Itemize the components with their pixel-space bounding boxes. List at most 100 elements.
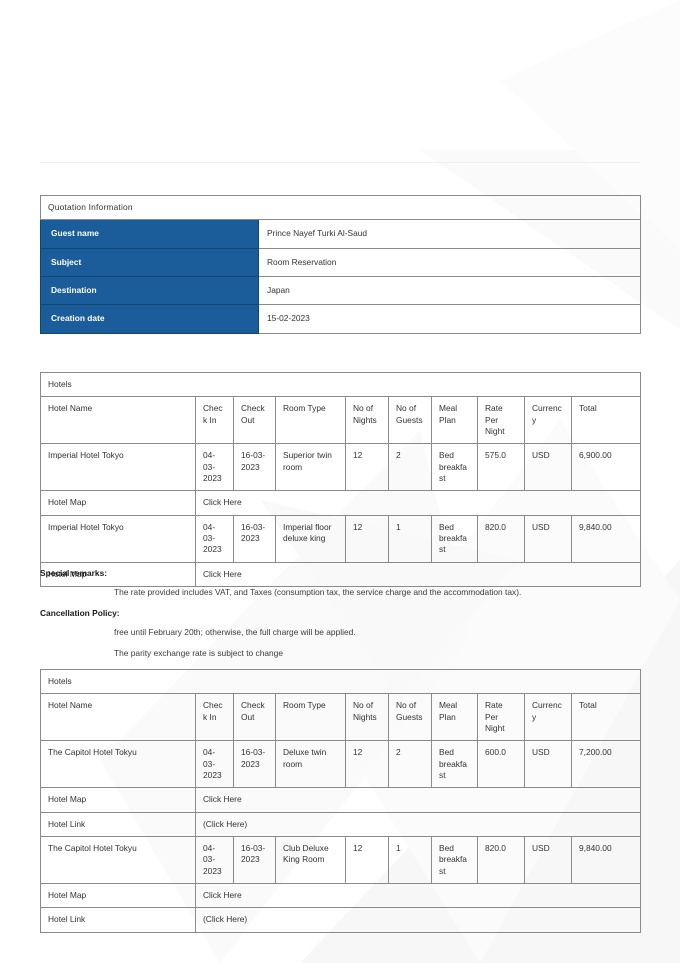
quotation-label-destination: Destination: [40, 276, 259, 306]
hotels-table-1: Hotels Hotel Name Check In Check Out Roo…: [40, 371, 641, 588]
special-remarks-body: The rate provided includes VAT, and Taxe…: [114, 587, 522, 597]
hotel-link-link[interactable]: (Click Here): [195, 811, 641, 838]
hotels-title-row-1: Hotels: [40, 371, 641, 398]
column-header-total: Total: [571, 396, 641, 445]
hotel-link-link[interactable]: (Click Here): [195, 907, 641, 933]
hotel-map-row: Hotel Map Click Here: [40, 490, 641, 516]
column-header-room-type: Room Type: [275, 693, 346, 742]
column-header-total: Total: [571, 693, 641, 742]
cancellation-policy-title: Cancellation Policy:: [40, 608, 120, 618]
cell-meal-plan: Bed breakfast: [431, 443, 478, 492]
column-header-meal-plan: Meal Plan: [431, 396, 478, 445]
table-row: Destination Japan: [40, 276, 641, 306]
hotels-section-2: Hotels Hotel Name Check In Check Out Roo…: [40, 668, 641, 933]
column-header-currency: Currency: [524, 396, 572, 445]
cell-total: 9,840.00: [571, 514, 641, 563]
cell-nights: 12: [345, 443, 389, 492]
quotation-value-guest-name: Prince Nayef Turki Al-Saud: [258, 219, 641, 249]
column-header-check-in: Check In: [195, 396, 234, 445]
cell-room-type: Deluxe twin room: [275, 740, 346, 789]
column-header-no-of-guests: No of Guests: [388, 396, 432, 445]
cell-total: 6,900.00: [571, 443, 641, 492]
hotels-section-1: Hotels Hotel Name Check In Check Out Roo…: [40, 371, 641, 588]
cell-rate-per-night: 820.0: [477, 514, 525, 563]
cell-guests: 1: [388, 836, 432, 885]
hotel-map-label: Hotel Map: [40, 883, 196, 909]
hotel-link-label: Hotel Link: [40, 907, 196, 933]
top-separator-rule: [40, 162, 640, 163]
cell-guests: 1: [388, 514, 432, 563]
quotation-title-row: Quotation Information: [40, 194, 641, 221]
cell-check-in: 04-03-2023: [195, 514, 234, 563]
cell-currency: USD: [524, 740, 572, 789]
quotation-label-creation-date: Creation date: [40, 304, 259, 334]
cell-meal-plan: Bed breakfast: [431, 514, 478, 563]
cell-total: 7,200.00: [571, 740, 641, 789]
quotation-value-creation-date: 15-02-2023: [258, 304, 641, 334]
cell-currency: USD: [524, 443, 572, 492]
cell-room-type: Club Deluxe King Room: [275, 836, 346, 885]
column-header-rate-per-night: Rate Per Night: [477, 693, 525, 742]
cell-check-in: 04-03-2023: [195, 443, 234, 492]
cell-guests: 2: [388, 443, 432, 492]
quotation-information-table: Quotation Information Guest name Prince …: [40, 194, 641, 334]
column-header-check-out: Check Out: [233, 693, 276, 742]
column-header-no-of-guests: No of Guests: [388, 693, 432, 742]
cell-hotel-name: The Capitol Hotel Tokyu: [40, 740, 196, 789]
cell-room-type: Superior twin room: [275, 443, 346, 492]
column-header-currency: Currency: [524, 693, 572, 742]
hotel-link-row: Hotel Link (Click Here): [40, 811, 641, 838]
hotels-title-row-2: Hotels: [40, 668, 641, 695]
table-row: Creation date 15-02-2023: [40, 304, 641, 334]
cell-nights: 12: [345, 740, 389, 789]
quotation-title: Quotation Information: [40, 194, 641, 221]
cell-check-in: 04-03-2023: [195, 836, 234, 885]
cell-nights: 12: [345, 514, 389, 563]
remarks-section: Special remarks: The rate provided inclu…: [40, 568, 640, 669]
quotation-value-destination: Japan: [258, 276, 641, 306]
column-header-meal-plan: Meal Plan: [431, 693, 478, 742]
cell-check-out: 16-03-2023: [233, 740, 276, 789]
cell-rate-per-night: 600.0: [477, 740, 525, 789]
cell-room-type: Imperial floor deluxe king: [275, 514, 346, 563]
column-header-rate-per-night: Rate Per Night: [477, 396, 525, 445]
column-header-no-of-nights: No of Nights: [345, 693, 389, 742]
table-row: Imperial Hotel Tokyo 04-03-2023 16-03-20…: [40, 514, 641, 563]
table-row: Subject Room Reservation: [40, 247, 641, 278]
cell-hotel-name: The Capitol Hotel Tokyu: [40, 836, 196, 885]
hotel-map-label: Hotel Map: [40, 490, 196, 516]
hotel-map-link[interactable]: Click Here: [195, 883, 641, 909]
cell-currency: USD: [524, 514, 572, 563]
column-header-check-in: Check In: [195, 693, 234, 742]
table-row: The Capitol Hotel Tokyu 04-03-2023 16-03…: [40, 740, 641, 789]
quotation-label-guest-name: Guest name: [40, 219, 259, 249]
cell-rate-per-night: 575.0: [477, 443, 525, 492]
column-header-hotel-name: Hotel Name: [40, 396, 196, 445]
hotel-map-label: Hotel Map: [40, 787, 196, 813]
cancellation-policy-line-2: The parity exchange rate is subject to c…: [114, 648, 283, 658]
hotel-map-row: Hotel Map Click Here: [40, 787, 641, 813]
cancellation-policy-line-1: free until February 20th; otherwise, the…: [114, 627, 356, 637]
cell-meal-plan: Bed breakfast: [431, 740, 478, 789]
cell-rate-per-night: 820.0: [477, 836, 525, 885]
cell-check-out: 16-03-2023: [233, 514, 276, 563]
quotation-information-section: Quotation Information Guest name Prince …: [40, 194, 641, 334]
hotel-map-link[interactable]: Click Here: [195, 787, 641, 813]
cell-guests: 2: [388, 740, 432, 789]
cell-check-out: 16-03-2023: [233, 836, 276, 885]
table-row: Imperial Hotel Tokyo 04-03-2023 16-03-20…: [40, 443, 641, 492]
hotel-map-link[interactable]: Click Here: [195, 490, 641, 516]
quotation-label-subject: Subject: [40, 247, 259, 278]
column-header-no-of-nights: No of Nights: [345, 396, 389, 445]
hotel-map-row: Hotel Map Click Here: [40, 883, 641, 909]
hotel-link-row: Hotel Link (Click Here): [40, 907, 641, 933]
column-header-check-out: Check Out: [233, 396, 276, 445]
hotels-header-row-1: Hotel Name Check In Check Out Room Type …: [40, 396, 641, 445]
cell-hotel-name: Imperial Hotel Tokyo: [40, 514, 196, 563]
hotel-link-label: Hotel Link: [40, 811, 196, 838]
cell-hotel-name: Imperial Hotel Tokyo: [40, 443, 196, 492]
column-header-hotel-name: Hotel Name: [40, 693, 196, 742]
cell-check-out: 16-03-2023: [233, 443, 276, 492]
hotels-title-2: Hotels: [40, 668, 641, 695]
cell-total: 9,840.00: [571, 836, 641, 885]
